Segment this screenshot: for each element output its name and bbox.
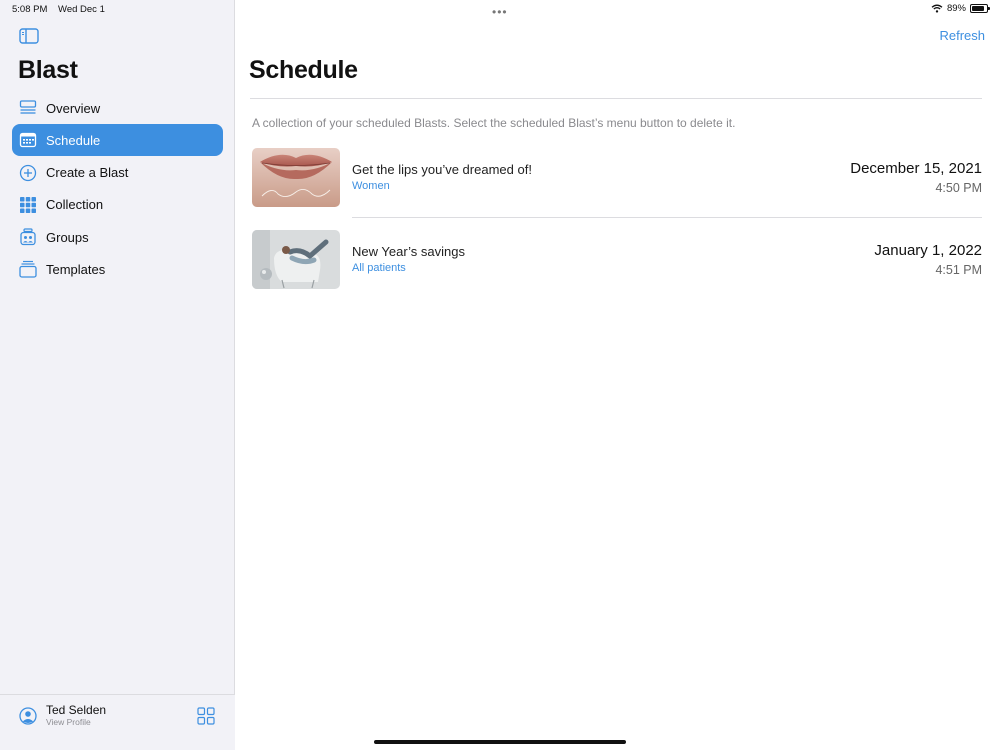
templates-icon	[18, 259, 38, 279]
blast-date: January 1, 2022	[874, 242, 982, 259]
page-title: Schedule	[249, 56, 358, 84]
sidebar-item-groups[interactable]: Groups	[12, 221, 223, 253]
status-bar-left: 5:08 PM Wed Dec 1	[12, 4, 105, 15]
blast-title: Get the lips you’ve dreamed of!	[352, 162, 532, 177]
battery-percent: 89%	[946, 3, 966, 14]
sidebar-item-collection[interactable]: Collection	[12, 189, 223, 221]
main-content: ••• 89% Refresh Schedule A collection of…	[235, 0, 1000, 750]
scheduled-blast-row[interactable]: New Year’s savings All patients January …	[252, 230, 982, 290]
grid-icon	[18, 195, 38, 215]
woman-chair-thumbnail	[252, 230, 340, 289]
sidebar-item-create-a-blast[interactable]: Create a Blast	[12, 157, 223, 189]
home-indicator[interactable]	[374, 740, 626, 744]
blast-time: 4:51 PM	[935, 263, 982, 277]
blast-date: December 15, 2021	[850, 160, 982, 177]
plus-circle-icon	[18, 163, 38, 183]
status-time: 5:08 PM	[12, 4, 48, 15]
sidebar-item-label: Overview	[46, 100, 101, 116]
battery-icon	[970, 4, 990, 13]
refresh-button[interactable]: Refresh	[939, 28, 985, 43]
calendar-icon	[18, 130, 38, 150]
profile-name: Ted Selden	[46, 703, 107, 717]
view-profile-link[interactable]: View Profile	[46, 717, 91, 727]
sidebar-toggle-icon[interactable]	[19, 28, 39, 44]
sidebar-item-label: Groups	[46, 229, 89, 245]
sidebar-nav: Overview Schedule Create a Blast Collect…	[12, 92, 223, 286]
app-grid-icon[interactable]	[197, 707, 215, 725]
sidebar-item-schedule[interactable]: Schedule	[12, 124, 223, 157]
lips-thumbnail	[252, 148, 340, 207]
sidebar-item-label: Templates	[46, 261, 106, 277]
blast-group[interactable]: All patients	[352, 262, 406, 274]
scheduled-blast-row[interactable]: Get the lips you’ve dreamed of! Women De…	[252, 148, 982, 208]
sidebar-item-label: Collection	[46, 197, 104, 213]
sidebar-item-label: Schedule	[46, 132, 101, 148]
blast-group[interactable]: Women	[352, 180, 390, 192]
status-date: Wed Dec 1	[58, 4, 105, 15]
overview-icon	[18, 98, 38, 118]
app-title: Blast	[18, 56, 78, 84]
multitasking-dots-icon[interactable]: •••	[492, 5, 508, 19]
page-description: A collection of your scheduled Blasts. S…	[252, 116, 736, 130]
blast-time: 4:50 PM	[935, 181, 982, 195]
row-divider	[352, 217, 982, 218]
status-bar-right: 89%	[931, 3, 990, 14]
avatar-icon	[19, 707, 37, 725]
wifi-icon	[931, 4, 943, 13]
divider	[250, 98, 982, 99]
blast-title: New Year’s savings	[352, 244, 465, 259]
sidebar-item-overview[interactable]: Overview	[12, 92, 223, 124]
profile-bar[interactable]: Ted Selden View Profile	[0, 694, 235, 750]
sidebar: 5:08 PM Wed Dec 1 Blast Overview Schedul…	[0, 0, 235, 750]
groups-icon	[18, 227, 38, 247]
sidebar-item-templates[interactable]: Templates	[12, 253, 223, 285]
sidebar-item-label: Create a Blast	[46, 165, 129, 181]
